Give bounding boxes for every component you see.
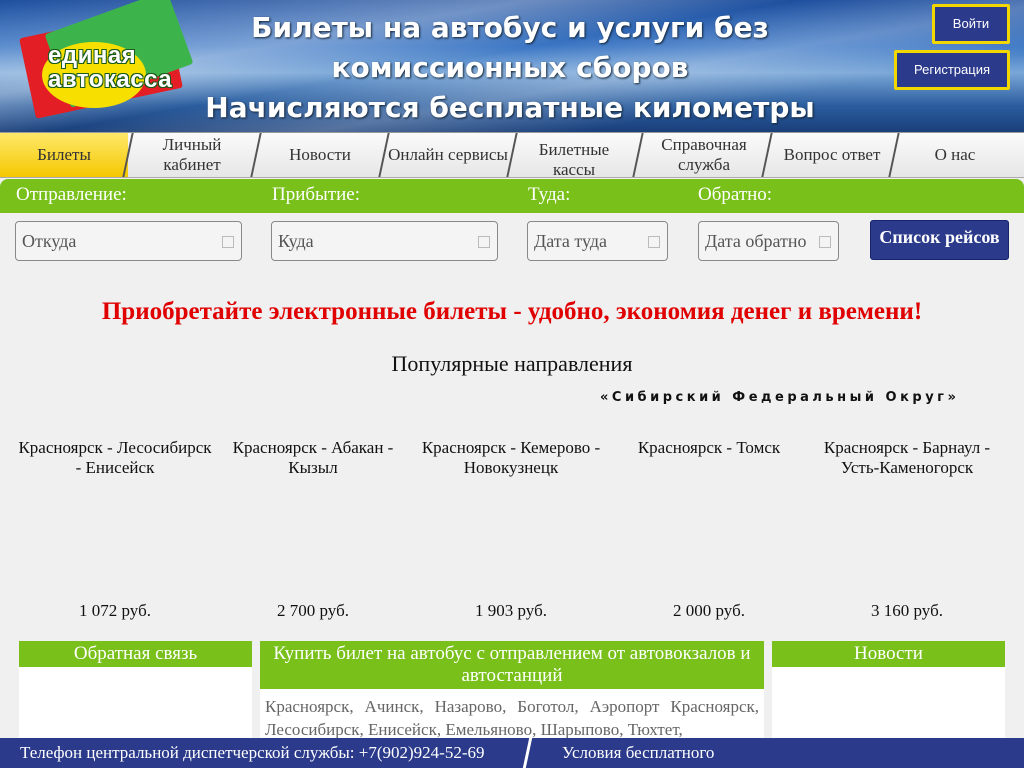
feedback-panel-title[interactable]: Обратная связь: [19, 641, 252, 667]
nav-item-tickets[interactable]: Билеты: [0, 133, 128, 177]
nav-item-news[interactable]: Новости: [260, 133, 380, 177]
bus-stations-list[interactable]: Красноярск, Ачинск, Назарово, Боготол, А…: [260, 689, 764, 741]
calendar-icon[interactable]: [648, 236, 660, 248]
from-input[interactable]: [15, 221, 242, 261]
search-label-strip: Отправление: Прибытие: Туда: Обратно:: [0, 179, 1024, 213]
buy-ticket-panel: Купить билет на автобус с отправлением о…: [260, 641, 764, 741]
date-there-input[interactable]: [527, 221, 668, 261]
nav-item-about[interactable]: О нас: [898, 133, 1012, 177]
route-link[interactable]: Красноярск - Лесосибирск - Енисейск: [16, 438, 214, 478]
news-panel-title[interactable]: Новости: [772, 641, 1005, 667]
date-back-label: Обратно:: [698, 184, 773, 205]
route-price: 1 072 руб.: [79, 601, 151, 620]
route-link[interactable]: Красноярск - Абакан - Кызыл: [214, 438, 412, 478]
departure-label: Отправление:: [16, 184, 127, 205]
dispatch-phone-text: Телефон центральной диспетчерской службы…: [20, 743, 485, 762]
route-price: 1 903 руб.: [475, 601, 547, 620]
date-there-label: Туда:: [528, 184, 571, 205]
arrival-label: Прибытие:: [272, 184, 361, 205]
main-nav: Билеты Личный кабинет Новости Онлайн сер…: [0, 132, 1024, 179]
search-form: Отправление: Прибытие: Туда: Обратно: Сп…: [0, 179, 1024, 279]
to-field-icon: [478, 236, 490, 248]
calendar-icon[interactable]: [819, 236, 831, 248]
federal-district-label: «Сибирский Федеральный Округ»: [600, 390, 960, 405]
route-price: 3 160 руб.: [871, 601, 943, 620]
nav-item-account[interactable]: Личный кабинет: [132, 133, 252, 177]
header: единая автокасса Билеты на автобус и усл…: [0, 0, 1024, 132]
search-flights-button[interactable]: Список рейсов: [870, 220, 1009, 260]
nav-item-ticket-offices[interactable]: Билетные кассы: [516, 133, 632, 179]
free-terms-link[interactable]: Условия бесплатного: [562, 741, 714, 765]
feedback-panel: Обратная связь: [19, 641, 252, 741]
route-link[interactable]: Красноярск - Томск: [610, 438, 808, 458]
route-link[interactable]: Красноярск - Барнаул - Усть-Каменогорск: [808, 438, 1006, 478]
register-button[interactable]: Регистрация: [894, 50, 1010, 90]
login-button[interactable]: Войти: [932, 4, 1010, 44]
footer: Телефон центральной диспетчерской службы…: [0, 738, 1024, 768]
nav-item-help-desk[interactable]: Справочная служба: [642, 133, 766, 177]
header-title-line3: Начисляются бесплатные километры: [205, 91, 815, 124]
nav-item-online-services[interactable]: Онлайн сервисы: [388, 133, 508, 177]
route-price: 2 000 руб.: [673, 601, 745, 620]
logo-text-line2: автокасса: [48, 66, 173, 93]
route-price: 2 700 руб.: [277, 601, 349, 620]
date-back-input[interactable]: [698, 221, 839, 261]
nav-item-faq[interactable]: Вопрос ответ: [771, 133, 893, 177]
site-logo[interactable]: единая автокасса: [18, 0, 194, 120]
promo-banner: Приобретайте электронные билеты - удобно…: [101, 298, 923, 325]
news-panel: Новости: [772, 641, 1005, 741]
route-link[interactable]: Красноярск - Кемерово - Новокузнецк: [412, 438, 610, 478]
header-title-line1: Билеты на автобус и услуги без: [251, 11, 769, 44]
footer-separator: [522, 738, 533, 768]
header-title-line2: комиссионных сборов: [331, 51, 689, 84]
to-input[interactable]: [271, 221, 498, 261]
popular-routes-title: Популярные направления: [391, 351, 633, 376]
header-title: Билеты на автобус и услуги без комиссион…: [200, 8, 820, 128]
from-field-icon: [222, 236, 234, 248]
buy-ticket-panel-title: Купить билет на автобус с отправлением о…: [260, 641, 764, 689]
